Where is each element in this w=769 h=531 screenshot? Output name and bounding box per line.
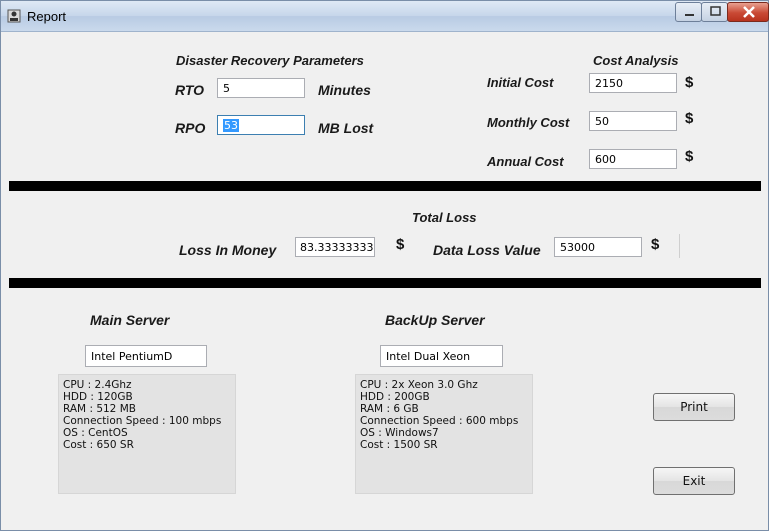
data-loss-value-input[interactable]: 53000 bbox=[554, 237, 642, 257]
rto-label: RTO bbox=[175, 82, 205, 98]
main-server-heading: Main Server bbox=[90, 312, 170, 328]
total-loss-heading: Total Loss bbox=[412, 210, 477, 225]
maximize-icon bbox=[710, 6, 721, 16]
annual-cost-currency: $ bbox=[685, 148, 694, 165]
data-loss-value-currency: $ bbox=[651, 236, 660, 253]
data-loss-value-label: Data Loss Value bbox=[433, 242, 541, 258]
rto-unit-label: Minutes bbox=[318, 82, 371, 98]
backup-server-spec-line: RAM : 6 GB bbox=[360, 403, 419, 415]
title-bar[interactable]: Report bbox=[1, 1, 769, 32]
minimize-button[interactable] bbox=[675, 2, 702, 22]
main-server-spec-line: Connection Speed : 100 mbps bbox=[63, 415, 222, 427]
minimize-icon bbox=[685, 14, 694, 16]
close-button[interactable] bbox=[727, 2, 769, 22]
dr-params-heading: Disaster Recovery Parameters bbox=[176, 53, 364, 68]
annual-cost-label: Annual Cost bbox=[487, 154, 564, 169]
main-server-spec-line: HDD : 120GB bbox=[63, 391, 133, 403]
backup-server-heading: BackUp Server bbox=[385, 312, 485, 328]
backup-server-spec-line: CPU : 2x Xeon 3.0 Ghz bbox=[360, 379, 478, 391]
exit-button[interactable]: Exit bbox=[653, 467, 735, 495]
initial-cost-input[interactable]: 2150 bbox=[589, 73, 677, 93]
main-server-specs: CPU : 2.4Ghz HDD : 120GB RAM : 512 MB Co… bbox=[58, 374, 236, 494]
section-divider-bottom bbox=[9, 278, 761, 288]
monthly-cost-currency: $ bbox=[685, 110, 694, 127]
report-window: Report Disaster Recovery Parameters RTO … bbox=[0, 0, 769, 531]
vertical-divider bbox=[679, 234, 680, 258]
backup-server-name-input[interactable]: Intel Dual Xeon bbox=[380, 345, 503, 367]
main-server-spec-line: Cost : 650 SR bbox=[63, 439, 134, 451]
rpo-input[interactable]: 53 bbox=[217, 115, 305, 135]
app-icon bbox=[7, 9, 21, 23]
close-icon bbox=[743, 6, 755, 18]
main-server-spec-line: RAM : 512 MB bbox=[63, 403, 136, 415]
loss-in-money-label: Loss In Money bbox=[179, 242, 277, 258]
backup-server-spec-line: Cost : 1500 SR bbox=[360, 439, 438, 451]
rpo-unit-label: MB Lost bbox=[318, 120, 374, 136]
main-server-name-input[interactable]: Intel PentiumD bbox=[85, 345, 207, 367]
initial-cost-label: Initial Cost bbox=[487, 75, 554, 90]
initial-cost-currency: $ bbox=[685, 74, 694, 91]
main-server-spec-line: CPU : 2.4Ghz bbox=[63, 379, 132, 391]
backup-server-specs: CPU : 2x Xeon 3.0 Ghz HDD : 200GB RAM : … bbox=[355, 374, 533, 494]
section-divider-top bbox=[9, 181, 761, 191]
rpo-label: RPO bbox=[175, 120, 206, 136]
monthly-cost-input[interactable]: 50 bbox=[589, 111, 677, 131]
loss-in-money-currency: $ bbox=[396, 236, 405, 253]
print-button[interactable]: Print bbox=[653, 393, 735, 421]
annual-cost-input[interactable]: 600 bbox=[589, 149, 677, 169]
monthly-cost-label: Monthly Cost bbox=[487, 115, 570, 130]
rto-input[interactable]: 5 bbox=[217, 78, 305, 98]
backup-server-spec-line: Connection Speed : 600 mbps bbox=[360, 415, 519, 427]
cost-analysis-heading: Cost Analysis bbox=[593, 53, 679, 68]
window-title: Report bbox=[27, 9, 67, 24]
loss-in-money-input[interactable]: 83.3333333333 bbox=[295, 237, 375, 257]
maximize-button[interactable] bbox=[701, 2, 728, 22]
main-server-spec-line: OS : CentOS bbox=[63, 427, 128, 439]
backup-server-spec-line: HDD : 200GB bbox=[360, 391, 430, 403]
backup-server-spec-line: OS : Windows7 bbox=[360, 427, 439, 439]
rpo-input-value: 53 bbox=[223, 119, 239, 132]
